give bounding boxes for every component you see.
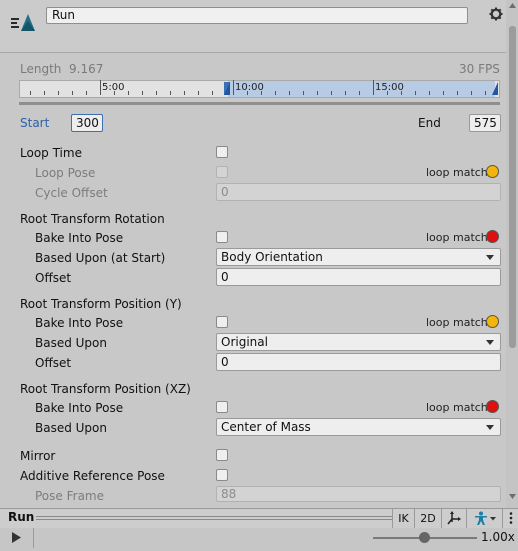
loop-match-label: loop match [426,231,488,244]
rotation-based-upon-label: Based Upon (at Start) [35,251,166,265]
gear-icon[interactable] [489,7,503,21]
start-marker-icon[interactable] [223,82,231,96]
pos-y-offset-label: Offset [35,356,72,370]
rotation-offset-field[interactable]: 0 [216,268,501,286]
kebab-menu-icon[interactable] [502,509,518,528]
pos-xz-bake-checkbox[interactable] [216,401,228,413]
scroll-up-icon[interactable] [509,3,516,8]
end-field[interactable]: 575 [469,114,501,132]
pos-y-based-upon-dropdown[interactable]: Original [216,333,501,351]
length-label: Length [20,62,62,76]
rotation-offset-label: Offset [35,271,72,285]
loop-time-checkbox[interactable] [216,146,228,158]
rotation-bake-checkbox[interactable] [216,231,228,243]
loop-match-indicator [486,315,499,328]
root-pos-xz-title: Root Transform Position (XZ) [20,382,191,396]
mirror-label: Mirror [20,449,56,463]
loop-pose-checkbox [216,166,228,178]
preview-playbar: 1.00x [0,528,518,551]
loop-time-label: Loop Time [20,146,82,160]
scroll-thumb[interactable] [509,26,516,348]
loop-match-indicator [486,165,499,178]
cycle-offset-label: Cycle Offset [35,186,108,200]
loop-match-indicator [486,230,499,243]
pose-frame-field: 88 [216,486,501,502]
tick-label: 10:00 [235,82,264,93]
2d-button[interactable]: 2D [414,509,441,528]
rotation-based-upon-dropdown[interactable]: Body Orientation [216,248,501,266]
end-label: End [418,116,441,130]
pose-frame-label: Pose Frame [35,489,104,503]
loop-pose-label: Loop Pose [35,166,96,180]
start-field[interactable]: 300 [71,114,103,132]
pivot-button[interactable] [441,509,466,528]
pivot-icon [447,511,461,525]
inspector-panel: Run Length 9.167 30 FPS 5:00 10:00 15:00… [0,0,518,508]
pos-y-bake-label: Bake Into Pose [35,316,124,330]
pos-y-bake-checkbox[interactable] [216,316,228,328]
timeline-ruler[interactable]: 5:00 10:00 15:00 [19,80,500,98]
length-value: 9.167 [69,62,104,76]
speed-value: 1.00x [481,530,515,544]
additive-label: Additive Reference Pose [20,469,165,483]
clip-name-field[interactable]: Run [46,7,468,24]
timeline-scrubber[interactable] [19,102,500,105]
ik-button[interactable]: IK [392,509,414,528]
root-rotation-title: Root Transform Rotation [20,212,165,226]
pos-xz-based-upon-dropdown[interactable]: Center of Mass [216,418,501,436]
pos-xz-based-upon-label: Based Upon [35,421,107,435]
loop-match-label: loop match [426,316,488,329]
start-label: Start [20,116,50,130]
preview-toolbar: Run IK 2D [0,508,518,529]
pos-xz-bake-label: Bake Into Pose [35,401,124,415]
play-button[interactable] [0,528,34,548]
pos-y-offset-field[interactable]: 0 [216,353,501,371]
rotation-bake-label: Bake Into Pose [35,231,124,245]
end-marker-icon[interactable] [491,82,499,96]
fps-label: 30 FPS [459,62,500,76]
inspector-header: Run [0,0,506,53]
tick-label: 5:00 [102,82,125,93]
pos-y-based-upon-label: Based Upon [35,336,107,350]
timeline-selection [228,81,495,97]
additive-checkbox[interactable] [216,469,228,481]
cycle-offset-field: 0 [216,183,501,201]
preview-title: Run [8,510,35,524]
loop-match-label: loop match [426,166,488,179]
root-pos-y-title: Root Transform Position (Y) [20,297,182,311]
speed-slider-knob[interactable] [419,532,430,543]
play-icon [12,532,21,543]
avatar-icon [474,511,496,525]
loop-match-indicator [486,400,499,413]
animation-clip-icon [11,14,35,31]
loop-match-label: loop match [426,401,488,414]
tick-label: 15:00 [375,82,404,93]
scroll-down-icon[interactable] [509,494,516,499]
avatar-button[interactable] [466,509,502,528]
mirror-checkbox[interactable] [216,449,228,461]
drag-handle[interactable] [36,516,392,517]
